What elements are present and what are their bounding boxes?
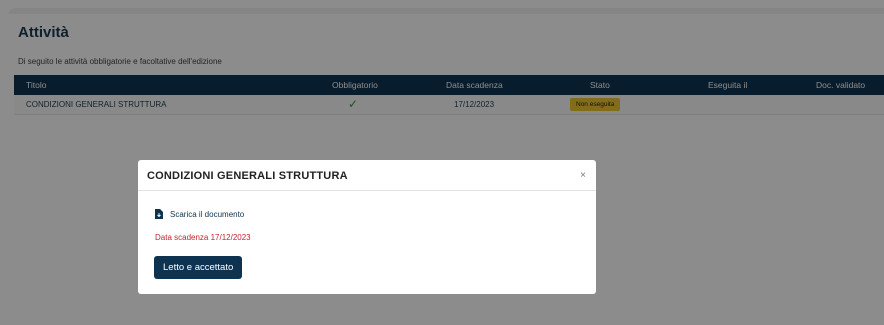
modal-header: CONDIZIONI GENERALI STRUTTURA × xyxy=(138,160,596,191)
modal-dialog: CONDIZIONI GENERALI STRUTTURA × Scarica … xyxy=(138,160,596,294)
document-download-icon xyxy=(155,209,163,219)
modal-title: CONDIZIONI GENERALI STRUTTURA xyxy=(147,170,348,182)
deadline-text: Data scadenza 17/12/2023 xyxy=(155,233,251,242)
read-and-accepted-button[interactable]: Letto e accettato xyxy=(154,256,243,279)
close-icon[interactable]: × xyxy=(580,170,586,181)
download-document-link[interactable]: Scarica il documento xyxy=(155,209,244,219)
download-document-label[interactable]: Scarica il documento xyxy=(170,210,244,219)
